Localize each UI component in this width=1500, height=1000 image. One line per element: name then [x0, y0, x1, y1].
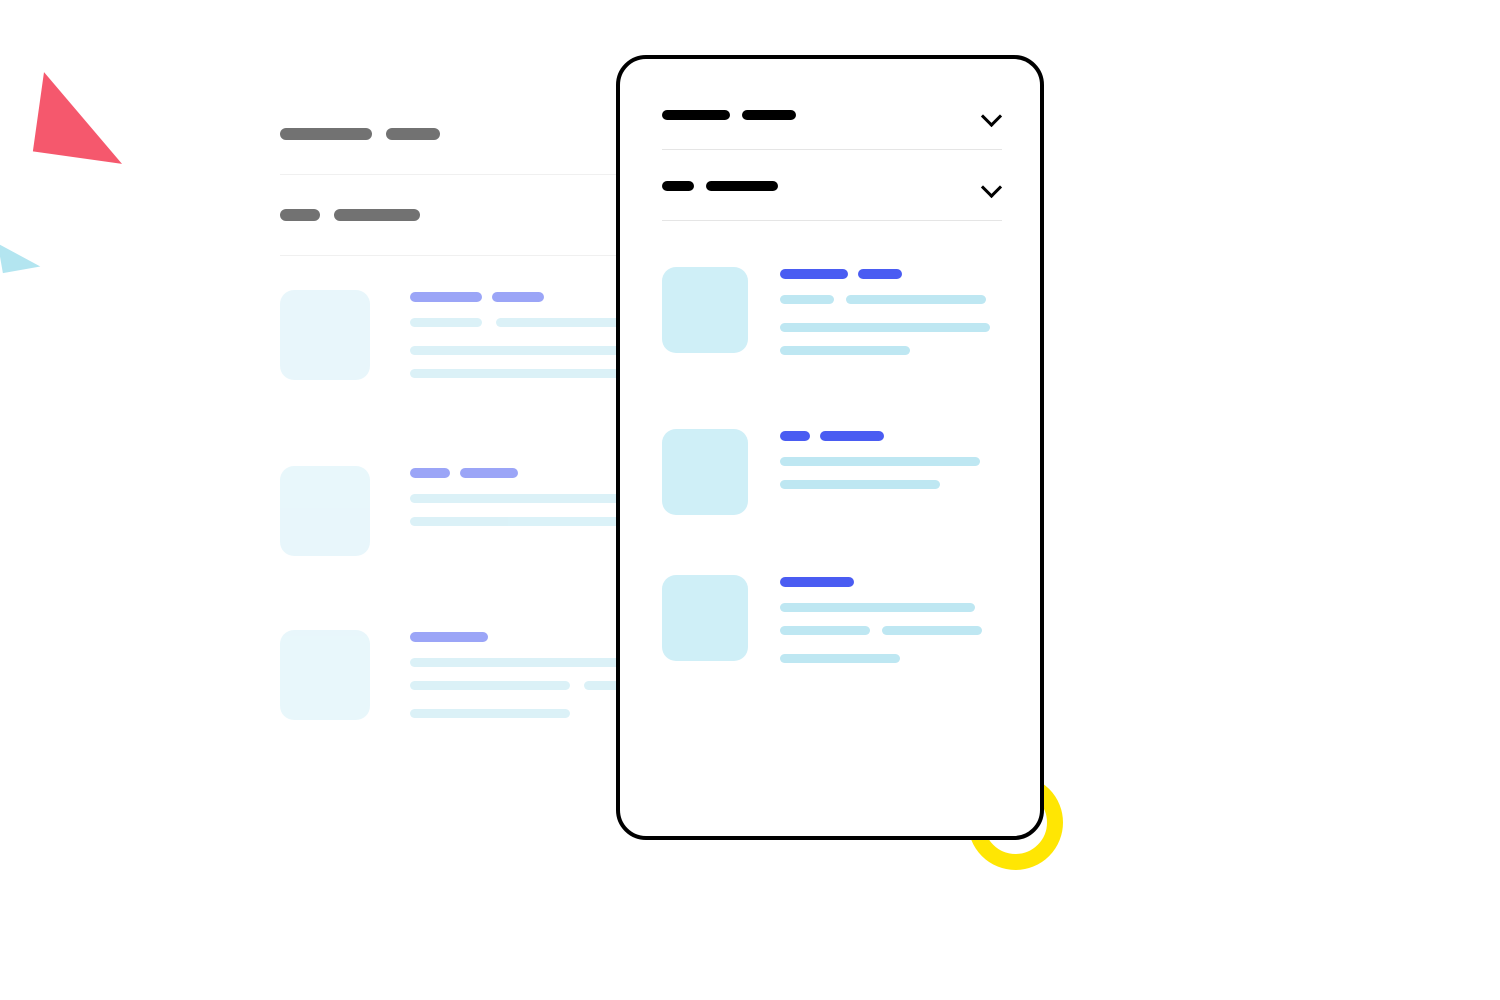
chevron-down-icon — [982, 180, 1002, 192]
thumbnail-placeholder — [662, 429, 748, 515]
decor-triangle-cyan — [0, 237, 40, 273]
thumbnail-placeholder — [662, 267, 748, 353]
phone-frame — [616, 55, 1044, 840]
thumbnail-placeholder — [280, 630, 370, 720]
list-item[interactable] — [662, 267, 1002, 369]
decor-triangle-red — [33, 72, 133, 164]
dropdown-1[interactable] — [662, 109, 1002, 150]
list-item[interactable] — [662, 575, 1002, 677]
list-item[interactable] — [662, 429, 1002, 515]
thumbnail-placeholder — [280, 290, 370, 380]
thumbnail-placeholder — [662, 575, 748, 661]
dropdown-2[interactable] — [662, 180, 1002, 221]
thumbnail-placeholder — [280, 466, 370, 556]
chevron-down-icon — [982, 109, 1002, 121]
